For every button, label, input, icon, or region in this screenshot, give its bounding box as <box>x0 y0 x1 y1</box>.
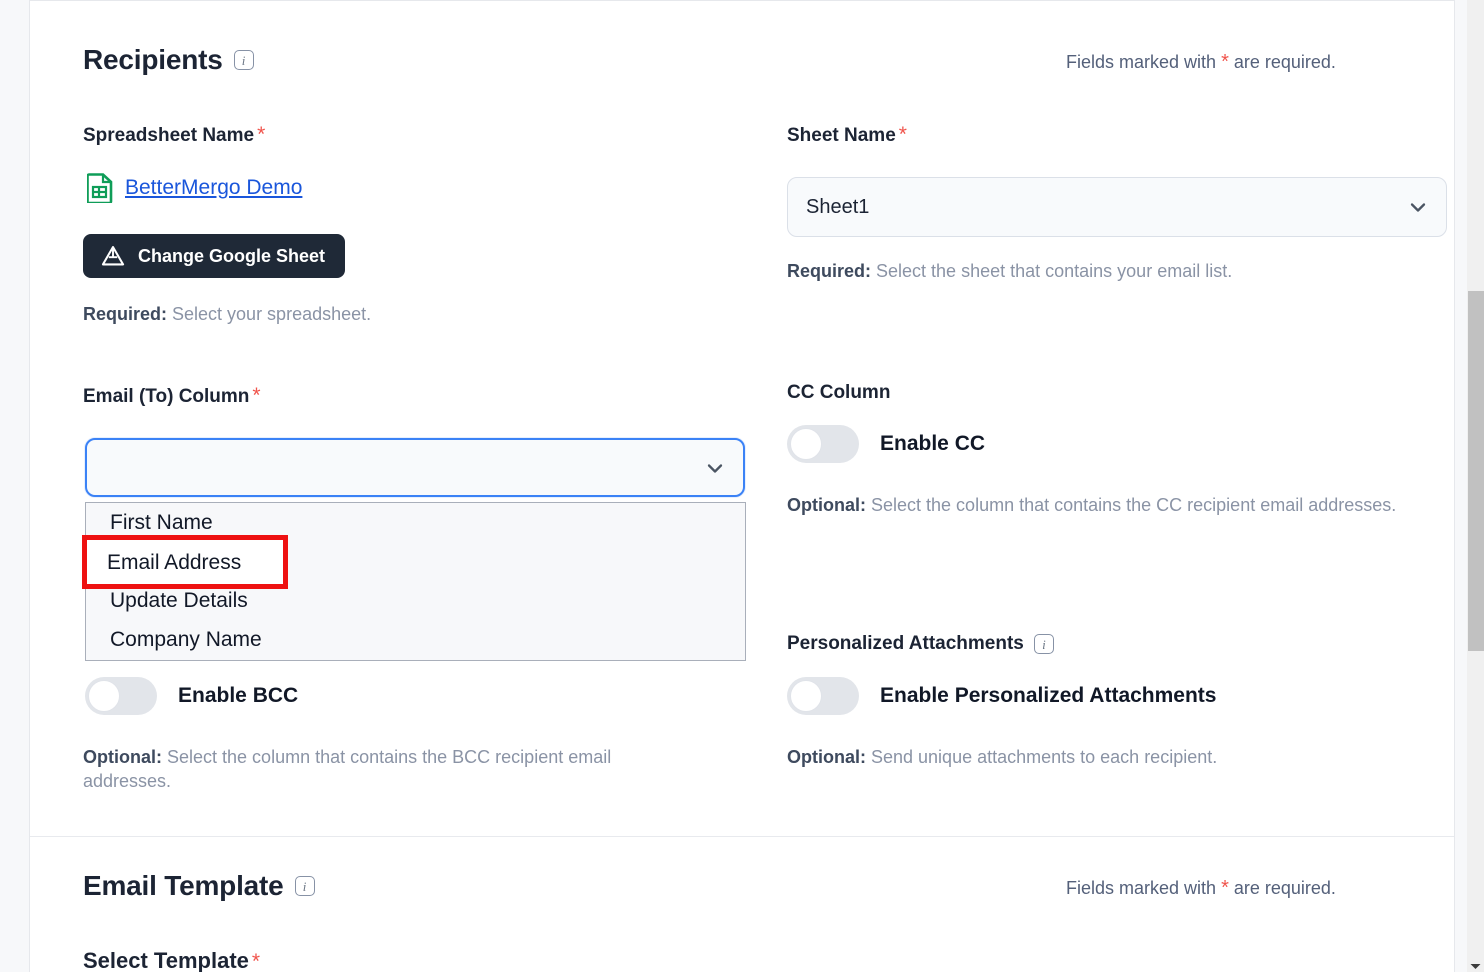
personalized-attachments-heading: Personalized Attachments i <box>787 633 1054 655</box>
dropdown-option[interactable]: Update Details <box>86 581 745 620</box>
cc-column-label: CC Column <box>787 382 890 404</box>
form-card: Recipients i Fields marked with * are re… <box>29 0 1455 972</box>
google-drive-icon <box>101 246 125 266</box>
sheet-name-select[interactable]: Sheet1 <box>787 177 1447 237</box>
required-note-asterisk: * <box>1221 51 1229 73</box>
dropdown-option[interactable]: First Name <box>86 503 745 542</box>
info-icon[interactable]: i <box>1033 634 1054 654</box>
spreadsheet-helper-prefix: Required: <box>83 304 168 324</box>
enable-bcc-label: Enable BCC <box>178 684 299 707</box>
recipients-heading: Recipients i <box>83 44 254 76</box>
google-sheets-icon <box>87 173 113 203</box>
sheet-name-helper-body: Select the sheet that contains your emai… <box>871 261 1233 281</box>
enable-personalized-attachments-label: Enable Personalized Attachments <box>880 684 1217 707</box>
required-fields-note: Fields marked with * are required. <box>1066 51 1336 74</box>
spreadsheet-link-row: BetterMergo Demo <box>87 173 302 203</box>
email-to-column-label-text: Email (To) Column <box>83 386 250 407</box>
toggle-knob <box>88 680 120 712</box>
sheet-name-helper-text: Required: Select the sheet that contains… <box>787 260 1467 284</box>
chevron-down-icon <box>707 463 723 473</box>
chevron-down-icon <box>1410 203 1426 212</box>
email-template-required-note-prefix: Fields marked with <box>1066 878 1217 898</box>
required-note-prefix: Fields marked with <box>1066 52 1217 72</box>
cc-helper-prefix: Optional: <box>787 495 866 515</box>
info-icon[interactable]: i <box>233 50 254 70</box>
sheet-name-select-value: Sheet1 <box>806 195 870 218</box>
enable-cc-toggle[interactable] <box>787 425 859 463</box>
select-template-label-text: Select Template <box>83 948 249 972</box>
sheet-name-required-star: * <box>898 123 907 146</box>
enable-personalized-attachments-row: Enable Personalized Attachments <box>787 677 1216 715</box>
email-template-required-note-suffix: are required. <box>1233 878 1336 898</box>
email-template-required-note-asterisk: * <box>1221 877 1229 899</box>
spreadsheet-helper-body: Select your spreadsheet. <box>167 304 372 324</box>
enable-cc-row: Enable CC <box>787 425 985 463</box>
dropdown-option[interactable]: Company Name <box>86 620 745 659</box>
enable-bcc-row: Enable BCC <box>85 677 298 715</box>
select-template-required-star: * <box>251 950 261 972</box>
change-google-sheet-button-label: Change Google Sheet <box>138 245 326 266</box>
cc-helper-text: Optional: Select the column that contain… <box>787 494 1447 518</box>
spreadsheet-name-label-text: Spreadsheet Name <box>83 125 255 146</box>
personalized-attachments-label: Personalized Attachments <box>787 633 1024 654</box>
email-to-column-required-star: * <box>252 384 261 407</box>
email-template-required-note: Fields marked with * are required. <box>1066 877 1336 900</box>
sheet-name-helper-prefix: Required: <box>787 261 872 281</box>
email-template-heading: Email Template i <box>83 870 315 902</box>
personalized-attachments-helper-body: Send unique attachments to each recipien… <box>866 747 1218 767</box>
sheet-name-label: Sheet Name * <box>787 123 907 147</box>
section-divider <box>30 836 1454 837</box>
bcc-helper-body: Select the column that contains the BCC … <box>83 747 612 791</box>
email-to-column-label: Email (To) Column * <box>83 384 261 408</box>
vertical-scrollbar-track[interactable] <box>1467 0 1484 972</box>
enable-cc-label: Enable CC <box>880 432 986 455</box>
personalized-attachments-helper-prefix: Optional: <box>787 747 866 767</box>
change-google-sheet-button[interactable]: Change Google Sheet <box>83 234 346 278</box>
email-to-column-select[interactable] <box>85 438 745 497</box>
highlight-box-email-address-label: Email Address <box>107 551 242 574</box>
toggle-knob <box>790 428 822 460</box>
toggle-knob <box>790 680 822 712</box>
spreadsheet-helper-text: Required: Select your spreadsheet. <box>83 303 703 327</box>
personalized-attachments-helper-text: Optional: Send unique attachments to eac… <box>787 746 1467 770</box>
select-template-label: Select Template * <box>83 948 260 972</box>
app-root: Recipients i Fields marked with * are re… <box>0 0 1484 972</box>
email-template-title: Email Template <box>83 870 284 901</box>
vertical-scrollbar-thumb[interactable] <box>1468 291 1484 651</box>
bcc-helper-text: Optional: Select the column that contain… <box>83 746 703 794</box>
enable-bcc-toggle[interactable] <box>85 677 157 715</box>
spreadsheet-name-label: Spreadsheet Name * <box>83 123 265 147</box>
scroll-down-arrow-icon[interactable] <box>1470 963 1481 970</box>
page-title: Recipients <box>83 44 223 75</box>
email-to-column-dropdown-list[interactable]: First Name Email Address Update Details … <box>85 502 746 661</box>
cc-column-label-text: CC Column <box>787 382 891 403</box>
bcc-helper-prefix: Optional: <box>83 747 162 767</box>
sheet-name-label-text: Sheet Name <box>787 125 896 146</box>
spreadsheet-name-required-star: * <box>257 123 266 146</box>
enable-personalized-attachments-toggle[interactable] <box>787 677 859 715</box>
spreadsheet-link[interactable]: BetterMergo Demo <box>125 176 302 200</box>
required-note-suffix: are required. <box>1233 52 1336 72</box>
cc-helper-body: Select the column that contains the CC r… <box>866 495 1397 515</box>
info-icon[interactable]: i <box>294 876 315 896</box>
